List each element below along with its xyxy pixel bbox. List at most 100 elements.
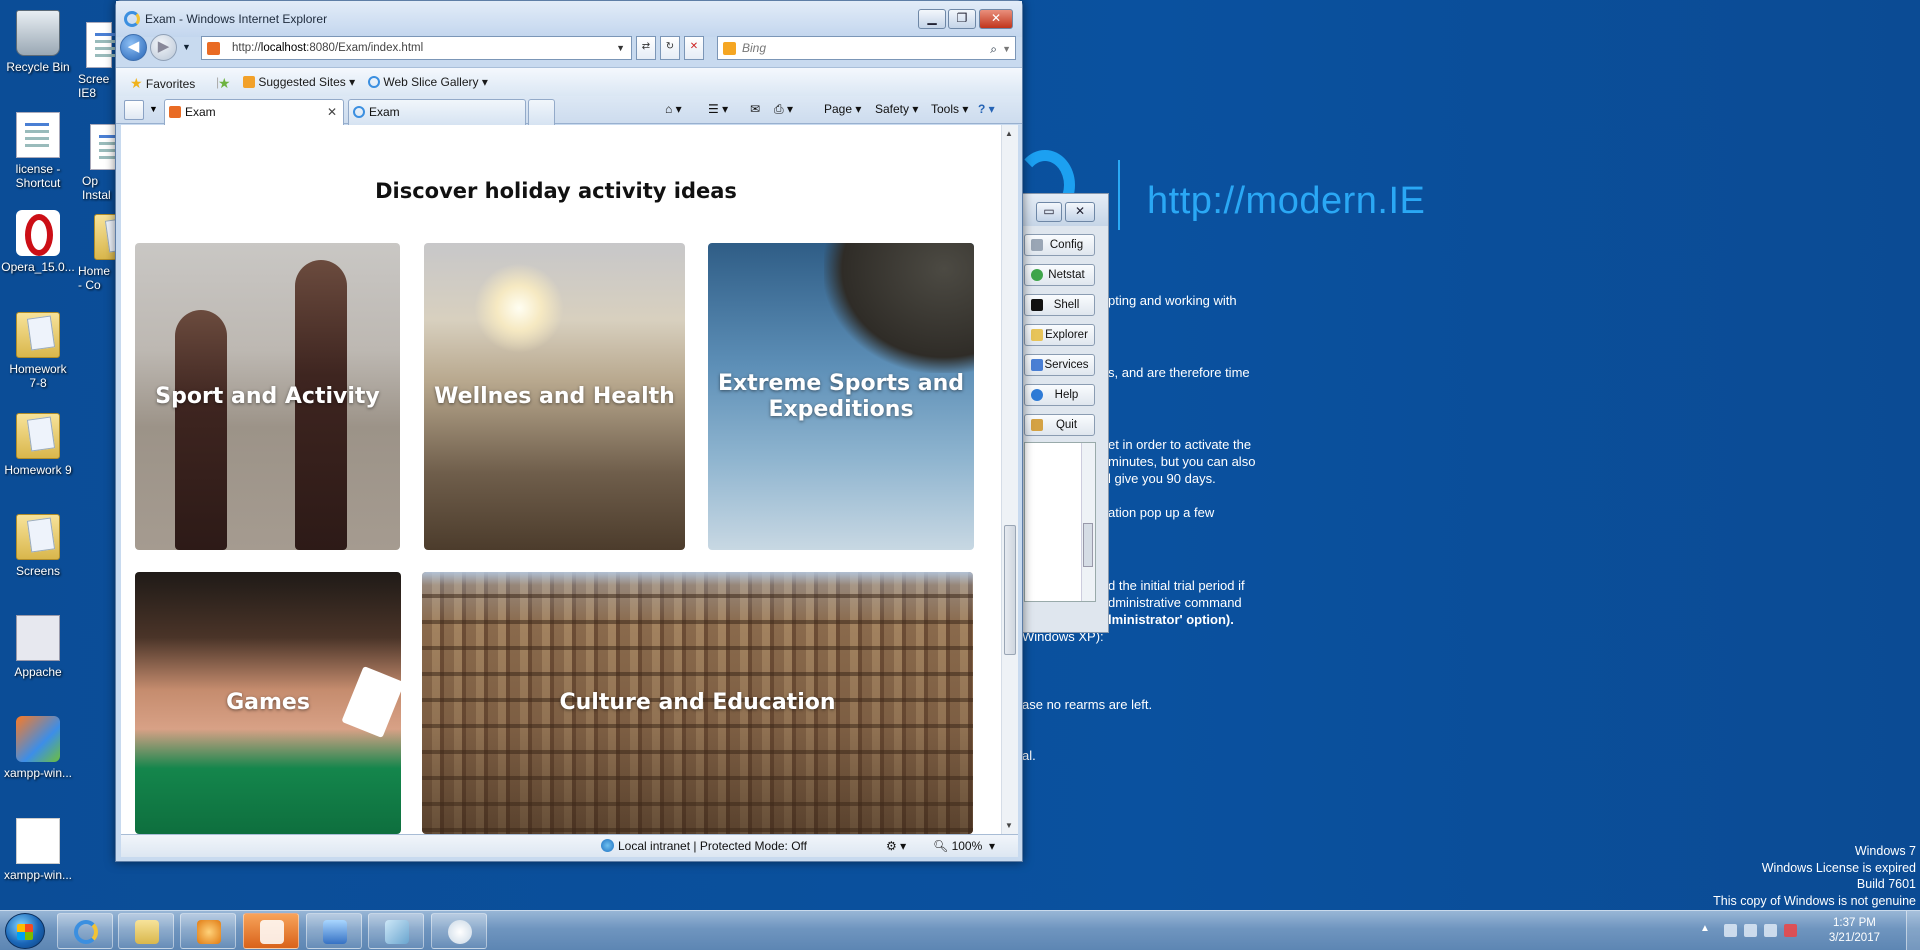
suggested-sites-link[interactable]: Suggested Sites ▾	[243, 75, 355, 89]
security-zone-label: Local intranet | Protected Mode: Off	[618, 839, 807, 853]
page-menu-label: Page	[824, 102, 853, 116]
tile-culture-and-education[interactable]: Culture and Education	[422, 572, 973, 834]
desktop-icon-label: Appache	[14, 665, 62, 679]
quick-tabs-button[interactable]	[124, 100, 144, 120]
services-button[interactable]: Services	[1024, 354, 1095, 376]
quit-button[interactable]: Quit	[1024, 414, 1095, 436]
desktop-icon-partial[interactable]: Home - Co	[78, 214, 116, 292]
clock[interactable]: 1:37 PM 3/21/2017	[1829, 916, 1880, 946]
watermark-line: Windows License is expired	[1761, 860, 1916, 875]
add-to-favorites-bar-button[interactable]: ★	[218, 75, 231, 92]
log-scrollbar[interactable]	[1081, 443, 1095, 601]
help-button[interactable]: Help	[1024, 384, 1095, 406]
print-button[interactable]: ⎙ ▾	[774, 102, 793, 117]
shell-button[interactable]: Shell	[1024, 294, 1095, 316]
close-button[interactable]: ✕	[1065, 202, 1095, 222]
action-center-icon[interactable]	[1784, 924, 1797, 937]
restore-button[interactable]: ❐	[948, 9, 976, 29]
tab-list-dropdown-icon[interactable]: ▼	[149, 104, 158, 114]
tile-label: Wellnes and Health	[434, 383, 675, 409]
watermark-line: Windows 7	[1854, 844, 1916, 858]
desktop-icon-partial[interactable]: Op Instal	[82, 124, 116, 202]
minimize-button[interactable]: ▁	[918, 9, 946, 29]
watermark-line: Build 7601	[1856, 877, 1916, 891]
page-menu[interactable]: Page ▾	[824, 102, 861, 116]
scroll-up-arrow-icon[interactable]: ▲	[1005, 129, 1013, 138]
search-icon[interactable]: ⌕	[990, 38, 997, 60]
tab-exam[interactable]: Exam ✕	[164, 99, 344, 125]
tab-favicon-icon	[169, 106, 181, 118]
desktop-icon-appache[interactable]: Appache	[0, 615, 80, 679]
address-bar[interactable]: http://localhost:8080/Exam/index.html ▼	[201, 36, 632, 60]
tray-app-icon[interactable]	[1724, 924, 1737, 937]
volume-icon[interactable]	[1744, 924, 1757, 937]
explorer-button[interactable]: Explorer	[1024, 324, 1095, 346]
desktop-icon-homework-7-8[interactable]: Homework 7-8	[0, 312, 80, 390]
taskbar-ie[interactable]	[57, 913, 113, 949]
recent-pages-dropdown-icon[interactable]: ▼	[182, 42, 191, 52]
taskbar-xampp[interactable]	[243, 913, 299, 949]
refresh-button[interactable]: ↻	[660, 36, 680, 60]
taskbar-network[interactable]	[306, 913, 362, 949]
tile-extreme-sports-and-expeditions[interactable]: Extreme Sports and Expeditions	[708, 243, 974, 550]
tile-wellnes-and-health[interactable]: Wellnes and Health	[424, 243, 685, 550]
netstat-button[interactable]: Netstat	[1024, 264, 1095, 286]
desktop-icon-xampp-file[interactable]: xampp-win...	[0, 818, 80, 882]
taskbar-media-player[interactable]	[180, 913, 236, 949]
background-text-line: dministrative command	[1108, 595, 1242, 610]
desktop-icon-xampp[interactable]: xampp-win...	[0, 716, 80, 780]
tab-exam[interactable]: Exam	[348, 99, 526, 125]
taskbar-paint[interactable]	[431, 913, 487, 949]
site-favicon-icon	[207, 42, 220, 55]
show-hidden-icons-icon[interactable]: ▲	[1700, 923, 1710, 934]
search-box[interactable]: Bing ⌕ ▼	[717, 36, 1016, 60]
read-mail-button[interactable]: ✉	[750, 102, 760, 116]
network-tray-icon[interactable]	[1764, 924, 1777, 937]
web-slice-gallery-link[interactable]: Web Slice Gallery ▾	[368, 75, 488, 89]
desktop-icon-homework-9[interactable]: Homework 9	[0, 413, 80, 477]
back-button[interactable]: ◀	[120, 34, 147, 61]
zoom-level[interactable]: 🔍︎ 100% ▾	[933, 839, 995, 853]
scroll-down-arrow-icon[interactable]: ▼	[1005, 821, 1013, 830]
control-panel-window: ▭ ✕ Config Netstat Shell Explorer Servic…	[1022, 193, 1109, 633]
address-path: :8080/Exam/index.html	[306, 42, 424, 54]
new-tab-button[interactable]	[528, 99, 555, 125]
taskbar-explorer[interactable]	[118, 913, 174, 949]
compatibility-view-button[interactable]: ⇄	[636, 36, 656, 60]
page-scrollbar[interactable]: ▲ ▼	[1001, 125, 1018, 834]
stop-button[interactable]: ✕	[684, 36, 704, 60]
start-button[interactable]	[5, 913, 45, 949]
forward-button[interactable]: ▶	[150, 34, 177, 61]
desktop-icon-screens[interactable]: Screens	[0, 514, 80, 578]
tile-sport-and-activity[interactable]: Sport and Activity	[135, 243, 400, 550]
config-button[interactable]: Config	[1024, 234, 1095, 256]
desktop-icon-recycle-bin[interactable]: Recycle Bin	[0, 10, 80, 74]
search-options-dropdown-icon[interactable]: ▼	[1002, 38, 1011, 60]
popup-blocker-icon[interactable]: ⚙ ▾	[886, 839, 906, 853]
favorites-button[interactable]: ★ Favorites	[130, 75, 195, 92]
background-text-line: pting and working with	[1108, 293, 1237, 308]
help-menu[interactable]: ? ▾	[978, 102, 995, 116]
maximize-button[interactable]: ▭	[1036, 202, 1062, 222]
safety-menu[interactable]: Safety ▾	[875, 102, 918, 116]
feeds-button[interactable]: ☰ ▾	[708, 102, 728, 116]
desktop-icon-partial[interactable]: Scree IE8	[78, 22, 118, 100]
security-zone[interactable]: Local intranet | Protected Mode: Off	[601, 839, 807, 853]
taskbar-app[interactable]	[368, 913, 424, 949]
ie-logo-icon	[124, 11, 140, 27]
close-button[interactable]: ✕	[979, 9, 1013, 29]
scrollbar-thumb[interactable]	[1083, 523, 1093, 567]
quit-icon	[1031, 419, 1043, 431]
tools-menu[interactable]: Tools ▾	[931, 102, 968, 116]
scrollbar-thumb[interactable]	[1004, 525, 1016, 655]
log-area[interactable]	[1024, 442, 1096, 602]
desktop-icon-opera[interactable]: Opera_15.0...	[0, 210, 80, 274]
desktop-icon-label: Op Instal	[82, 174, 111, 202]
address-dropdown-icon[interactable]: ▼	[616, 37, 625, 59]
tile-games[interactable]: Games	[135, 572, 401, 834]
folder-icon	[135, 920, 159, 944]
home-button[interactable]: ⌂ ▾	[665, 102, 682, 116]
desktop-icon-license-shortcut[interactable]: license - Shortcut	[0, 112, 80, 190]
show-desktop-button[interactable]	[1906, 911, 1920, 950]
close-tab-icon[interactable]: ✕	[327, 100, 337, 124]
